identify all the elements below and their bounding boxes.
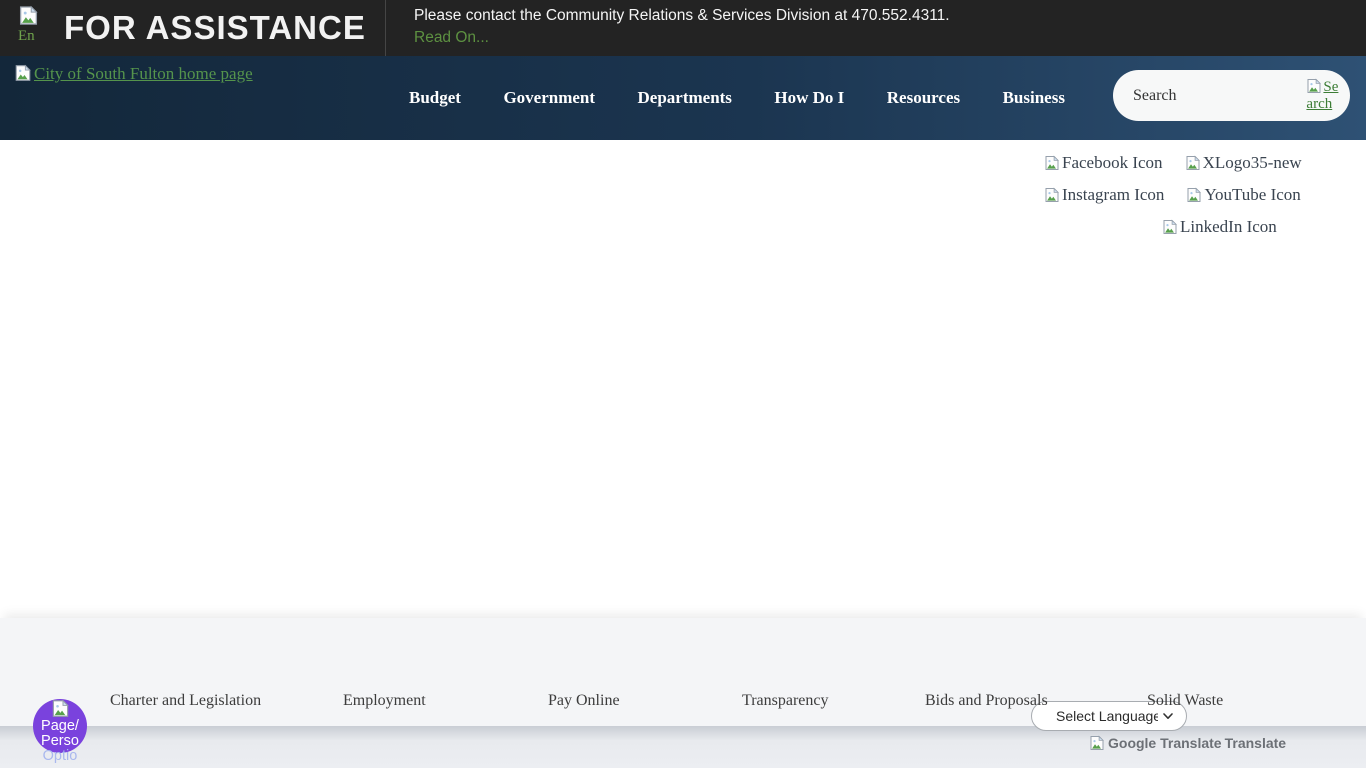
broken-image-icon (14, 64, 32, 82)
assistance-bar: En FOR ASSISTANCE Please contact the Com… (0, 0, 1366, 56)
footer: Charter and Legislation Employment Pay O… (0, 618, 1366, 726)
search-input[interactable] (1131, 86, 1306, 106)
instagram-link[interactable]: Instagram Icon (1044, 185, 1164, 205)
x-logo-alt-text: XLogo35-new (1203, 153, 1302, 173)
x-twitter-link[interactable]: XLogo35-new (1185, 153, 1302, 173)
instagram-alt-text: Instagram Icon (1062, 185, 1164, 205)
page-options-text-line: Perso (33, 734, 87, 749)
social-row: LinkedIn Icon (1162, 217, 1277, 237)
search-icon (1306, 78, 1322, 94)
nav-item-departments[interactable]: Departments (638, 88, 732, 108)
read-on-link[interactable]: Read On... (414, 29, 489, 47)
alert-link[interactable]: En (18, 5, 64, 45)
page-options-button[interactable]: Page/ Perso Optio (33, 699, 87, 764)
facebook-icon (1044, 155, 1060, 171)
divider (385, 0, 386, 56)
home-logo-alt-text: City of South Fulton home page (34, 64, 253, 83)
linkedin-alt-text: LinkedIn Icon (1180, 217, 1277, 237)
linkedin-icon (1162, 219, 1178, 235)
page-options-text-line: Optio (33, 749, 87, 764)
facebook-alt-text: Facebook Icon (1062, 153, 1163, 173)
footer-link-transparency[interactable]: Transparency (742, 692, 829, 710)
footer-link-bids-and-proposals[interactable]: Bids and Proposals (925, 692, 1048, 710)
footer-link-employment[interactable]: Employment (343, 692, 426, 710)
page-options-icon (51, 699, 70, 718)
google-translate-link[interactable]: Google Translate Translate (1089, 735, 1286, 751)
footer-link-solid-waste[interactable]: Solid Waste (1147, 692, 1223, 710)
linkedin-link[interactable]: LinkedIn Icon (1162, 217, 1277, 237)
assistance-message: Please contact the Community Relations &… (414, 7, 950, 25)
search-button[interactable]: Search (1306, 78, 1339, 113)
google-translate-icon (1089, 735, 1105, 751)
google-translate-alt-text: Google Translate (1108, 735, 1222, 751)
assistance-title: FOR ASSISTANCE (64, 0, 366, 56)
youtube-link[interactable]: YouTube Icon (1186, 185, 1300, 205)
youtube-icon (1186, 187, 1202, 203)
footer-link-charter-and-legislation[interactable]: Charter and Legislation (110, 692, 261, 710)
nav-item-business[interactable]: Business (1003, 88, 1065, 108)
footer-link-pay-online[interactable]: Pay Online (548, 692, 620, 710)
facebook-link[interactable]: Facebook Icon (1044, 153, 1163, 173)
x-logo-icon (1185, 155, 1201, 171)
search-box: Search (1113, 70, 1350, 121)
nav-item-how-do-i[interactable]: How Do I (774, 88, 844, 108)
social-row: Facebook Icon XLogo35-new (1044, 153, 1302, 173)
nav-item-budget[interactable]: Budget (409, 88, 461, 108)
home-logo-link[interactable]: City of South Fulton home page (14, 64, 253, 84)
page-options-text-line: Page/ (33, 719, 87, 734)
nav-item-government[interactable]: Government (503, 88, 595, 108)
page: En FOR ASSISTANCE Please contact the Com… (0, 0, 1366, 768)
nav-item-resources[interactable]: Resources (887, 88, 960, 108)
main-navbar: City of South Fulton home page Budget Go… (0, 56, 1366, 140)
nav-menu: Budget Government Departments How Do I R… (409, 56, 1065, 140)
translate-label: Translate (1225, 735, 1286, 751)
instagram-icon (1044, 187, 1060, 203)
youtube-alt-text: YouTube Icon (1204, 185, 1300, 205)
broken-image-icon (18, 5, 39, 26)
social-row: Instagram Icon YouTube Icon (1044, 185, 1301, 205)
alert-alt-text: En (18, 28, 35, 44)
